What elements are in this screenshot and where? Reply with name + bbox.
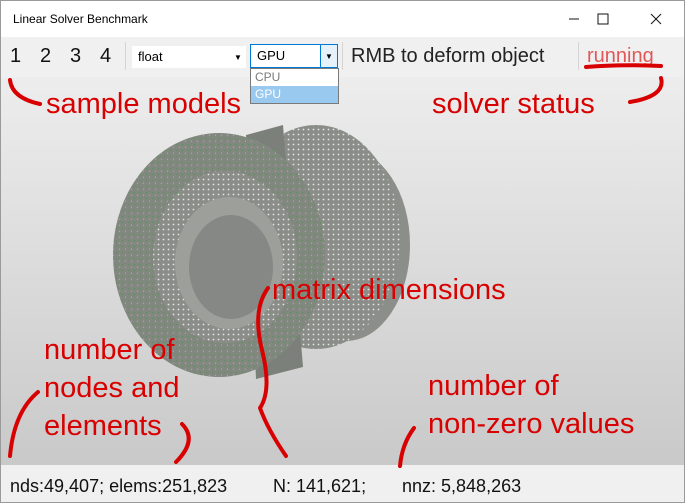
window-title: Linear Solver Benchmark	[13, 12, 148, 26]
nodes-elements-annotation-line2: nodes and	[44, 372, 180, 404]
toolbar-separator	[578, 42, 579, 70]
sample-model-2-button[interactable]: 2	[40, 45, 51, 68]
solver-status-annotation: solver status	[432, 88, 595, 120]
nodes-elements-annotation-line3: elements	[44, 410, 162, 442]
matrix-dimensions-annotation: matrix dimensions	[272, 274, 506, 306]
toolbar-separator	[125, 42, 126, 70]
status-bar: nds:49,407; elems:251,823 N: 141,621; nn…	[1, 465, 684, 502]
sample-model-1-button[interactable]: 1	[10, 45, 21, 68]
nonzero-annotation-line2: non-zero values	[428, 408, 635, 440]
nodes-elements-annotation-line1: number of	[44, 334, 175, 366]
minimize-icon	[569, 18, 579, 20]
matrix-dimension: N: 141,621;	[273, 476, 367, 496]
nonzero-annotation-line1: number of	[428, 370, 559, 402]
chevron-down-icon: ▼	[320, 45, 337, 67]
sample-model-3-button[interactable]: 3	[70, 45, 81, 68]
device-value: GPU	[257, 48, 286, 63]
device-dropdown-list: CPU GPU	[250, 68, 339, 104]
sample-models-annotation: sample models	[46, 88, 242, 120]
node-element-count: nds:49,407; elems:251,823	[10, 476, 228, 496]
maximize-button[interactable]	[581, 1, 625, 37]
device-option-cpu[interactable]: CPU	[251, 69, 338, 86]
close-icon	[650, 13, 662, 25]
nonzero-count: nnz: 5,848,263	[402, 476, 522, 496]
toolbar: 1 2 3 4 float ▼ GPU ▼ RMB to deform obje…	[1, 37, 684, 77]
maximize-icon	[597, 13, 609, 25]
close-button[interactable]	[634, 1, 678, 37]
precision-value: float	[138, 49, 163, 64]
device-select[interactable]: GPU ▼	[250, 44, 338, 68]
sample-model-4-button[interactable]: 4	[100, 45, 111, 68]
solver-status: running	[587, 45, 654, 67]
precision-select[interactable]: float ▼	[131, 45, 247, 69]
title-bar: Linear Solver Benchmark	[1, 1, 684, 37]
interaction-hint: RMB to deform object	[351, 45, 545, 67]
device-option-gpu[interactable]: GPU	[251, 86, 338, 103]
chevron-down-icon: ▼	[234, 52, 242, 62]
toolbar-separator	[342, 42, 343, 70]
